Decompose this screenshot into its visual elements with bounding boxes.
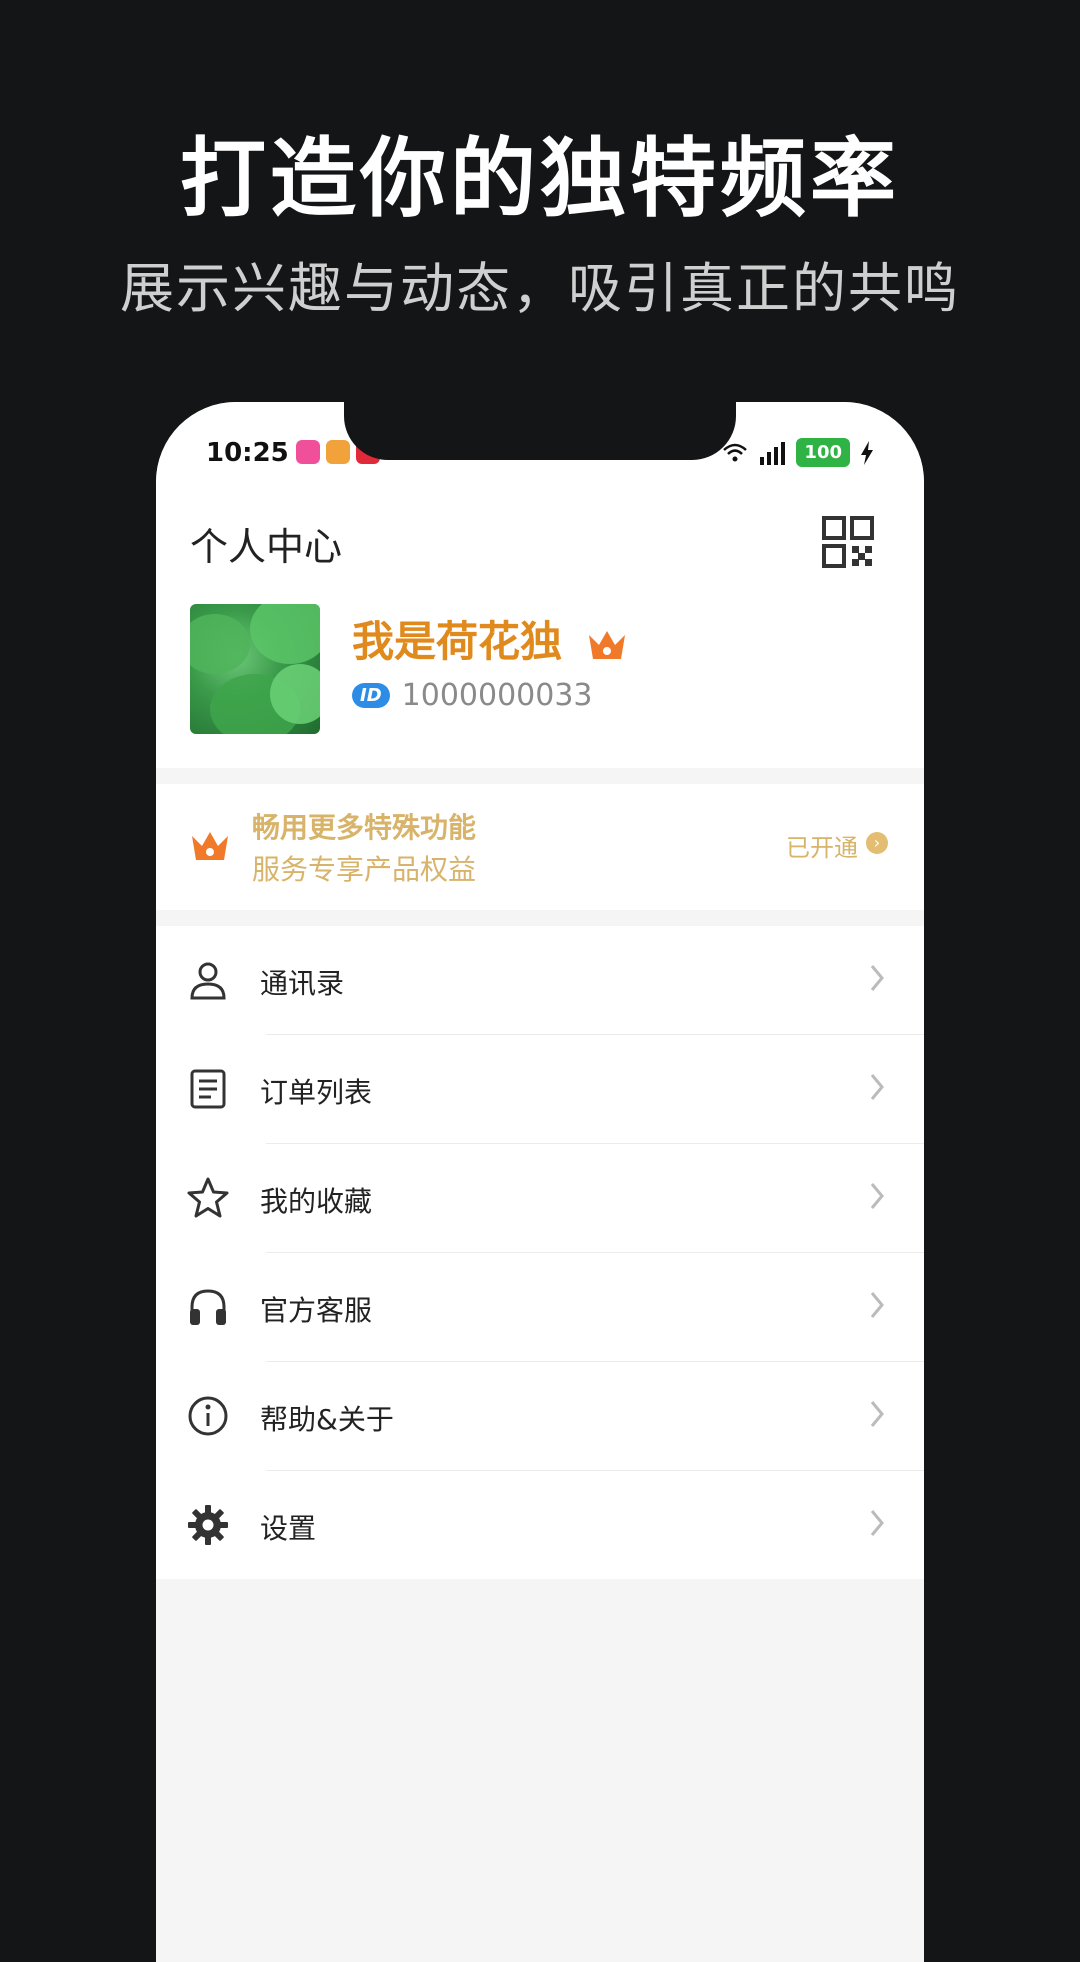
promo-subline: 展示兴趣与动态，吸引真正的共鸣 [120, 257, 960, 320]
menu-item-settings[interactable]: 设置 [156, 1471, 924, 1579]
vip-subtitle: 服务专享产品权益 [252, 853, 477, 886]
menu-item-label: 官方客服 [260, 1294, 373, 1327]
charging-icon [861, 440, 873, 465]
profile-card: 个人中心 我是荷花独 ID 1000000033 [156, 498, 924, 768]
username: 我是荷花独 [352, 608, 627, 669]
menu-item-label: 我的收藏 [260, 1185, 373, 1218]
chevron-right-icon [870, 1292, 884, 1318]
vip-banner[interactable]: 畅用更多特殊功能 服务专享产品权益 已开通 › [156, 784, 924, 910]
star-icon [187, 1177, 229, 1218]
menu-item-contacts[interactable]: 通讯录 [156, 926, 924, 1034]
avatar[interactable] [190, 604, 320, 734]
menu-list: 通讯录 订单列表 我的收藏 官方客服 帮助&关于 设置 [156, 926, 924, 1579]
menu-item-label: 订单列表 [260, 1076, 373, 1109]
battery-level: 100 [796, 438, 850, 467]
menu-item-label: 帮助&关于 [260, 1403, 394, 1436]
chevron-right-icon [870, 1074, 884, 1100]
qr-code-icon[interactable] [822, 516, 874, 568]
vip-crown-icon [192, 832, 228, 860]
app-notification-icon [296, 440, 320, 464]
username-text: 我是荷花独 [352, 617, 563, 666]
chevron-right-icon: › [866, 832, 888, 854]
chevron-right-icon [870, 1401, 884, 1427]
document-icon [190, 1069, 226, 1109]
vip-title: 畅用更多特殊功能 [252, 811, 477, 844]
user-id-value: 1000000033 [401, 678, 593, 713]
chevron-right-icon [870, 1510, 884, 1536]
user-icon [190, 962, 226, 1000]
promo-headline: 打造你的独特频率 [180, 129, 900, 229]
status-time: 10:25 [206, 438, 289, 468]
menu-item-label: 设置 [260, 1512, 317, 1545]
wifi-icon [723, 443, 748, 461]
menu-item-help[interactable]: 帮助&关于 [156, 1362, 924, 1470]
headphones-icon [190, 1289, 226, 1325]
vip-crown-icon [588, 630, 625, 659]
info-icon [188, 1396, 228, 1436]
id-badge: ID [352, 683, 390, 708]
gear-icon [188, 1505, 228, 1545]
profile-page: 个人中心 我是荷花独 ID 1000000033 畅用更多特殊功能 服务专享产品… [156, 498, 924, 1579]
page-title: 个人中心 [190, 525, 343, 569]
phone-frame: 10:25 100 个人中心 我是荷花独 ID 1000000033 畅用更多特… [156, 402, 924, 1962]
menu-item-label: 通讯录 [260, 967, 345, 1000]
status-right: 100 [722, 438, 874, 467]
menu-item-favorites[interactable]: 我的收藏 [156, 1144, 924, 1252]
chevron-right-icon [870, 1183, 884, 1209]
signal-icon [760, 441, 786, 465]
phone-notch [344, 402, 736, 460]
vip-status: 已开通 [786, 834, 858, 862]
user-id-row: ID 1000000033 [352, 678, 593, 713]
menu-item-orders[interactable]: 订单列表 [156, 1035, 924, 1143]
chevron-right-icon [870, 965, 884, 991]
menu-item-support[interactable]: 官方客服 [156, 1253, 924, 1361]
app-notification-icon [326, 440, 350, 464]
